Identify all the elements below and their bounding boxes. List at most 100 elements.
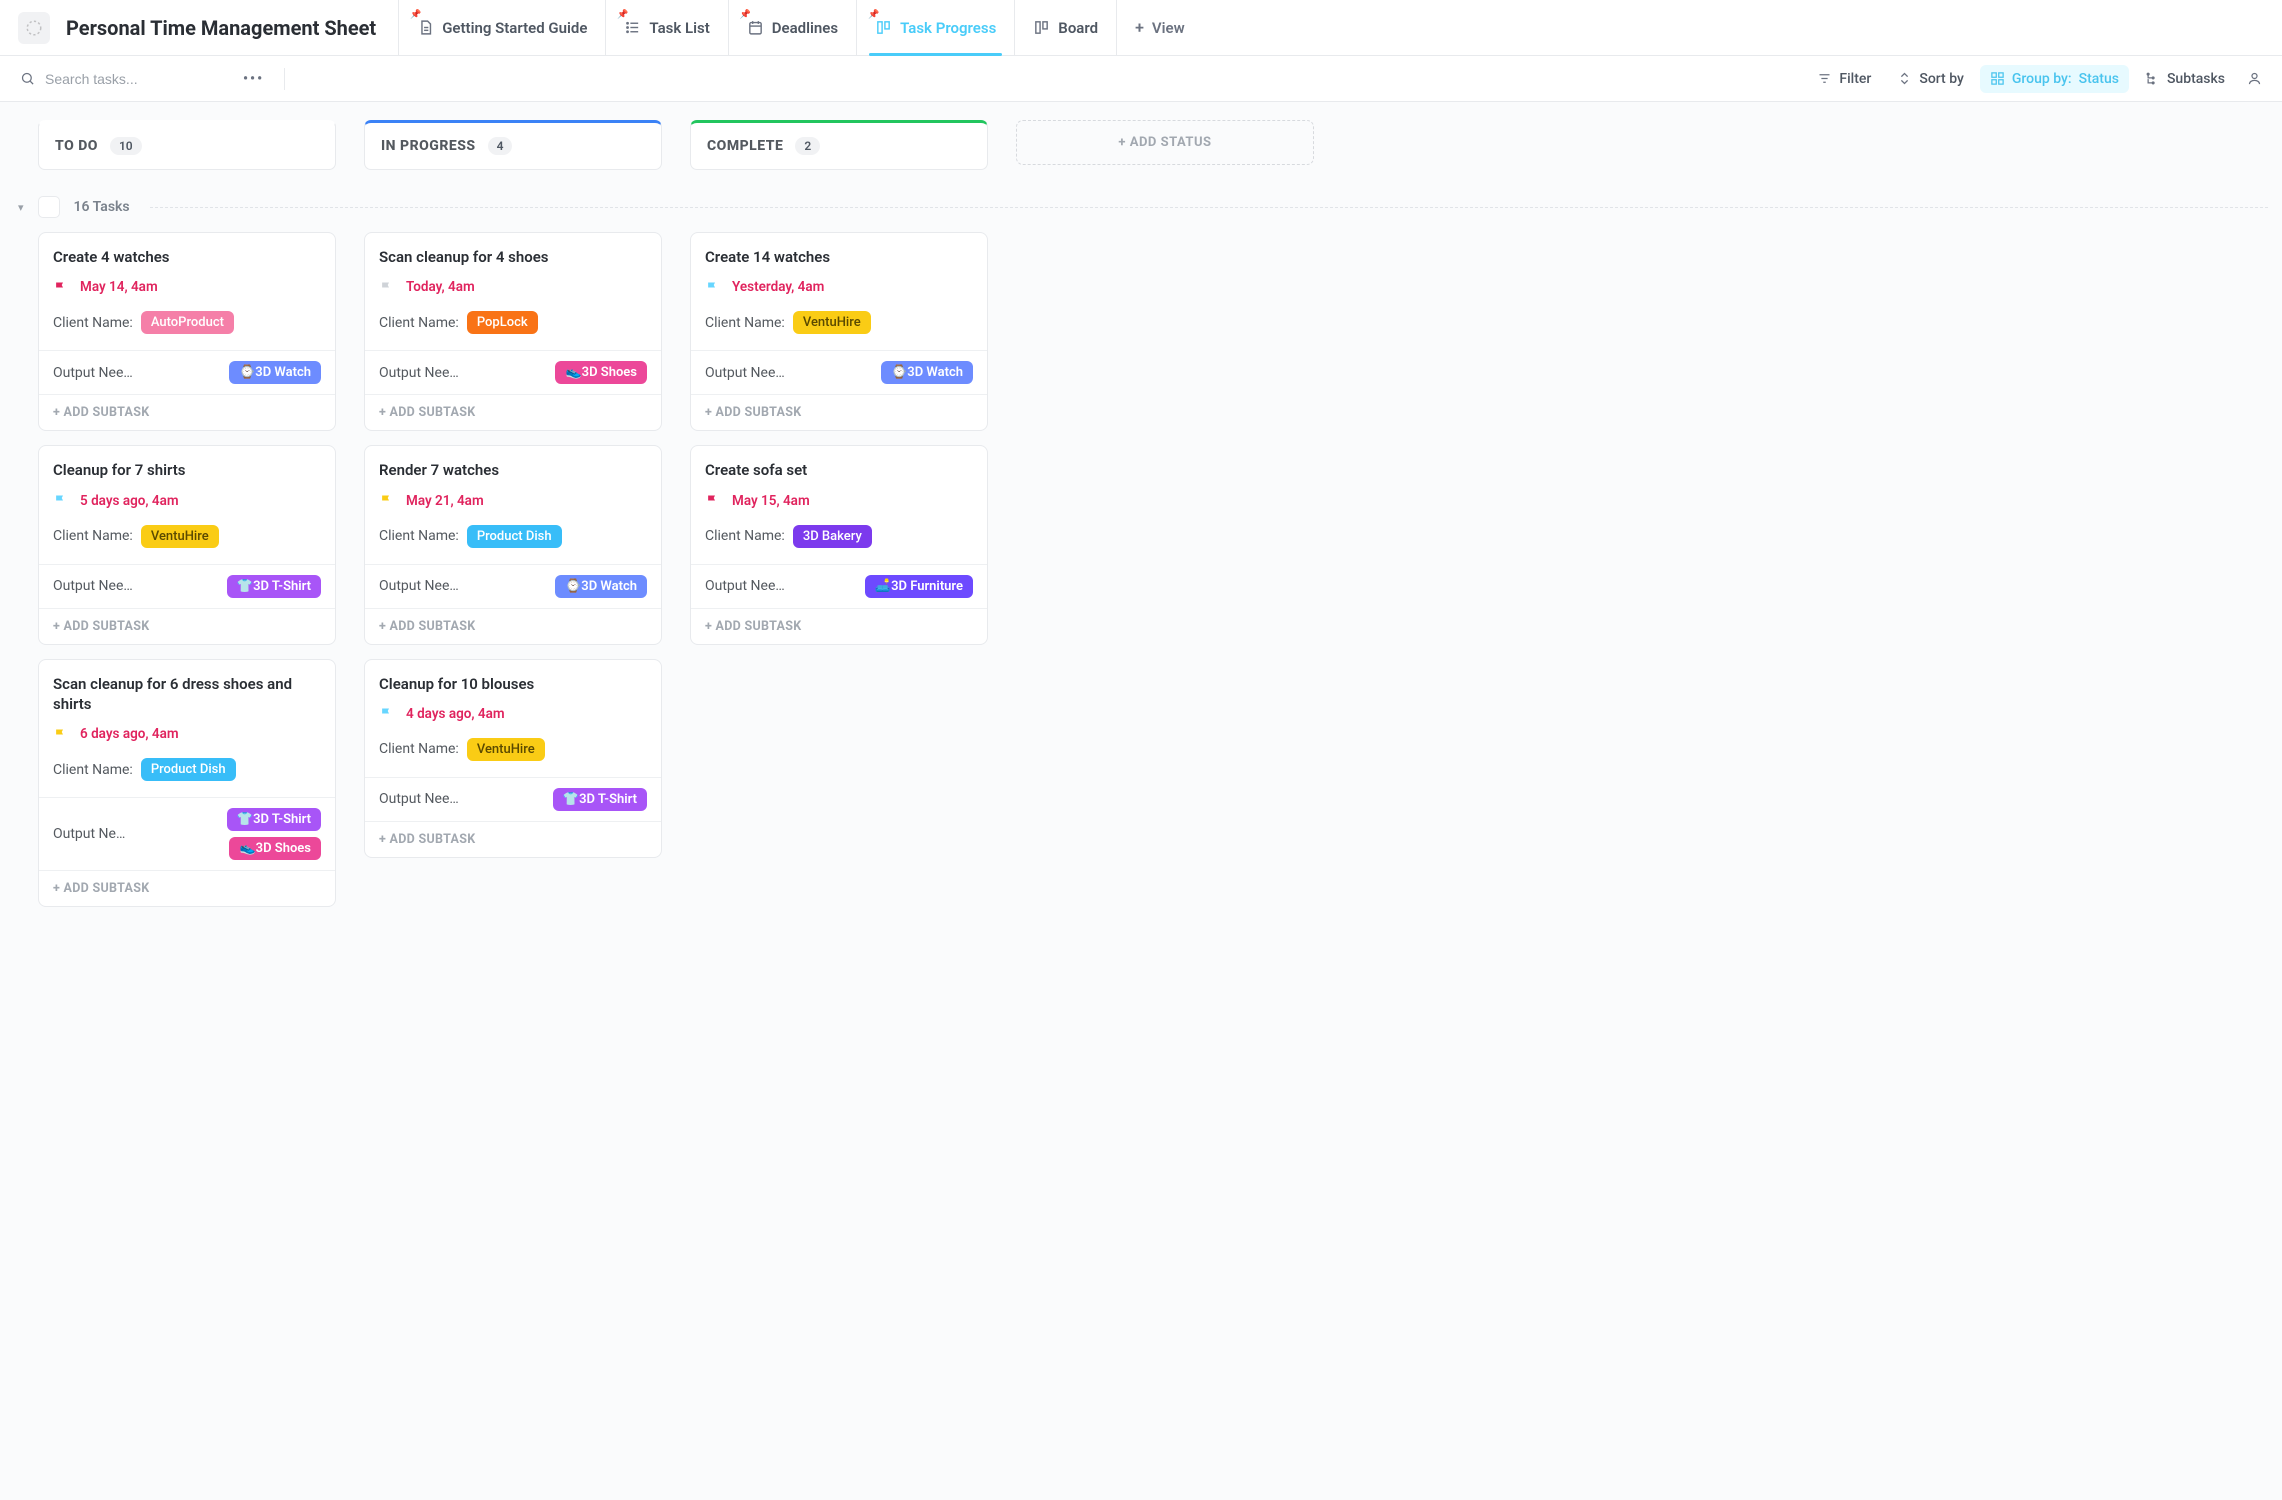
client-tag[interactable]: 3D Bakery — [793, 525, 872, 548]
status-count: 10 — [110, 137, 142, 155]
search-more-button[interactable]: ••• — [235, 65, 272, 93]
output-tag[interactable]: ⌚3D Watch — [881, 361, 973, 384]
client-row: Client Name: PopLock — [379, 311, 647, 334]
due-text: May 21, 4am — [406, 493, 484, 509]
add-subtask-button[interactable]: + ADD SUBTASK — [379, 619, 475, 634]
page-title: Personal Time Management Sheet — [66, 16, 376, 40]
add-view-label: View — [1152, 19, 1185, 37]
output-tag[interactable]: 👟3D Shoes — [229, 837, 321, 860]
client-label: Client Name: — [705, 528, 785, 544]
view-tab-getting-started-guide[interactable]: 📌Getting Started Guide — [398, 0, 605, 55]
view-tab-board[interactable]: Board — [1014, 0, 1116, 55]
client-tag[interactable]: VentuHire — [141, 525, 219, 548]
due-text: May 15, 4am — [732, 493, 810, 509]
task-card[interactable]: Cleanup for 10 blouses 4 days ago, 4am C… — [364, 659, 662, 858]
due-text: 5 days ago, 4am — [80, 493, 179, 509]
board-columns: Create 4 watches May 14, 4am Client Name… — [38, 232, 2268, 907]
view-tab-label: Task Progress — [900, 19, 996, 37]
client-tag[interactable]: VentuHire — [467, 738, 545, 761]
output-tag[interactable]: 👟3D Shoes — [555, 361, 647, 384]
add-view-button[interactable]: +View — [1116, 0, 1203, 55]
output-tag[interactable]: 👕3D T-Shirt — [553, 788, 647, 811]
sort-label: Sort by — [1919, 71, 1964, 87]
flag-icon — [53, 727, 68, 742]
client-tag[interactable]: AutoProduct — [141, 311, 234, 334]
output-tag[interactable]: 🛋️3D Furniture — [865, 575, 973, 598]
task-card[interactable]: Scan cleanup for 6 dress shoes and shirt… — [38, 659, 336, 908]
output-tag[interactable]: 👕3D T-Shirt — [227, 575, 321, 598]
output-tag[interactable]: ⌚3D Watch — [229, 361, 321, 384]
output-row: Output Nee… ⌚3D Watch — [691, 351, 987, 394]
add-status-button[interactable]: + ADD STATUS — [1016, 120, 1314, 165]
output-tags: 🛋️3D Furniture — [865, 575, 973, 598]
flag-icon — [705, 493, 720, 508]
view-tabs: 📌Getting Started Guide📌Task List📌Deadlin… — [398, 0, 1202, 55]
add-subtask-button[interactable]: + ADD SUBTASK — [705, 619, 801, 634]
output-tags: 👕3D T-Shirt — [227, 575, 321, 598]
client-tag[interactable]: Product Dish — [467, 525, 562, 548]
task-card[interactable]: Scan cleanup for 4 shoes Today, 4am Clie… — [364, 232, 662, 431]
toolbar: ••• Filter Sort by Group by: Status Subt… — [0, 56, 2282, 102]
output-row: Output Nee… 👕3D T-Shirt — [39, 565, 335, 608]
view-tab-deadlines[interactable]: 📌Deadlines — [728, 0, 856, 55]
task-card[interactable]: Create 4 watches May 14, 4am Client Name… — [38, 232, 336, 431]
group-swatch — [38, 196, 60, 218]
output-label: Output Nee… — [53, 365, 133, 381]
status-header-complete[interactable]: COMPLETE 2 — [690, 120, 988, 170]
add-subtask-button[interactable]: + ADD SUBTASK — [705, 405, 801, 420]
status-label: COMPLETE — [707, 138, 783, 154]
view-tab-task-list[interactable]: 📌Task List — [605, 0, 727, 55]
output-tag[interactable]: 👕3D T-Shirt — [227, 808, 321, 831]
status-header-todo[interactable]: TO DO 10 — [38, 120, 336, 170]
task-due: May 21, 4am — [379, 493, 647, 509]
client-tag[interactable]: VentuHire — [793, 311, 871, 334]
add-subtask-button[interactable]: + ADD SUBTASK — [379, 405, 475, 420]
add-subtask-button[interactable]: + ADD SUBTASK — [53, 405, 149, 420]
add-subtask-button[interactable]: + ADD SUBTASK — [379, 832, 475, 847]
pin-icon: 📌 — [617, 10, 628, 20]
client-row: Client Name: VentuHire — [53, 525, 321, 548]
assignee-button[interactable] — [2241, 65, 2268, 92]
client-label: Client Name: — [705, 315, 785, 331]
due-text: Yesterday, 4am — [732, 279, 824, 295]
output-tag[interactable]: ⌚3D Watch — [555, 575, 647, 598]
filter-icon — [1817, 71, 1832, 86]
group-collapse-toggle[interactable]: ▾ — [18, 201, 24, 214]
status-label: TO DO — [55, 138, 98, 154]
status-header-inprogress[interactable]: IN PROGRESS 4 — [364, 120, 662, 170]
status-label: IN PROGRESS — [381, 138, 476, 154]
search-icon — [20, 71, 35, 86]
view-tab-task-progress[interactable]: 📌Task Progress — [856, 0, 1014, 55]
task-due: 4 days ago, 4am — [379, 706, 647, 722]
add-subtask-row: + ADD SUBTASK — [691, 609, 987, 644]
status-count: 4 — [488, 137, 513, 155]
task-title: Render 7 watches — [379, 460, 647, 480]
output-label: Output Nee… — [705, 578, 785, 594]
due-text: 6 days ago, 4am — [80, 726, 179, 742]
task-card[interactable]: Create sofa set May 15, 4am Client Name:… — [690, 445, 988, 644]
add-subtask-button[interactable]: + ADD SUBTASK — [53, 881, 149, 896]
client-label: Client Name: — [379, 315, 459, 331]
group-by-button[interactable]: Group by: Status — [1980, 65, 2129, 93]
topbar: Personal Time Management Sheet 📌Getting … — [0, 0, 2282, 56]
task-title: Cleanup for 10 blouses — [379, 674, 647, 694]
status-count: 2 — [795, 137, 820, 155]
column-todo: Create 4 watches May 14, 4am Client Name… — [38, 232, 336, 907]
sort-button[interactable]: Sort by — [1887, 65, 1974, 93]
subtasks-button[interactable]: Subtasks — [2135, 65, 2235, 93]
column-complete: Create 14 watches Yesterday, 4am Client … — [690, 232, 988, 645]
client-tag[interactable]: Product Dish — [141, 758, 236, 781]
output-tags: 👕3D T-Shirt — [553, 788, 647, 811]
task-card[interactable]: Cleanup for 7 shirts 5 days ago, 4am Cli… — [38, 445, 336, 644]
client-tag[interactable]: PopLock — [467, 311, 538, 334]
task-card[interactable]: Create 14 watches Yesterday, 4am Client … — [690, 232, 988, 431]
group-title: 16 Tasks — [74, 199, 130, 215]
search-input[interactable] — [45, 71, 215, 87]
group-icon — [1990, 71, 2005, 86]
output-label: Output Nee… — [705, 365, 785, 381]
flag-icon — [53, 493, 68, 508]
output-label: Output Nee… — [379, 578, 459, 594]
filter-button[interactable]: Filter — [1807, 65, 1881, 93]
task-card[interactable]: Render 7 watches May 21, 4am Client Name… — [364, 445, 662, 644]
add-subtask-button[interactable]: + ADD SUBTASK — [53, 619, 149, 634]
